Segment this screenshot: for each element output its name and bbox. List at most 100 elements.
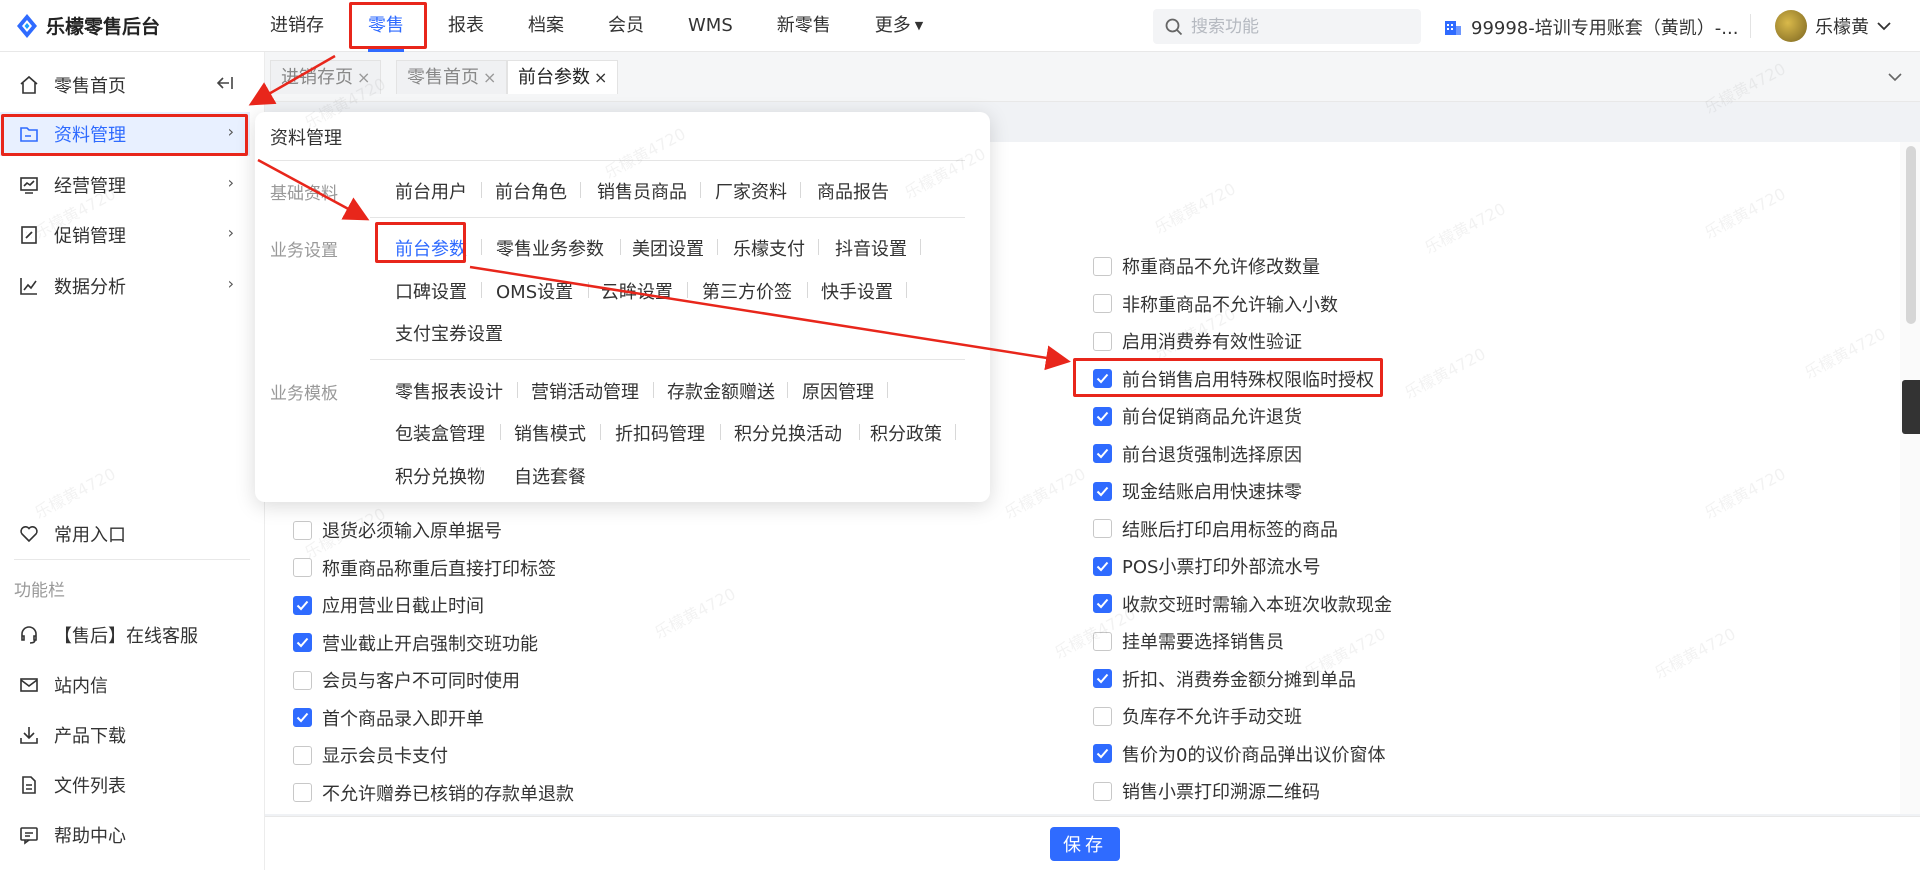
nav-reports[interactable]: 报表 bbox=[426, 0, 506, 52]
setting-option[interactable]: 前台促销商品允许退货 bbox=[1093, 401, 1302, 431]
setting-option[interactable]: 现金结账启用快速抹零 bbox=[1093, 476, 1302, 506]
link-alipay-coupon-settings[interactable]: 支付宝券设置 bbox=[395, 320, 503, 346]
link-reason-management[interactable]: 原因管理 bbox=[802, 378, 874, 404]
collapse-sidebar-icon[interactable] bbox=[216, 75, 234, 96]
link-custom-combo[interactable]: 自选套餐 bbox=[514, 463, 586, 489]
checkbox[interactable] bbox=[1093, 294, 1112, 313]
sidebar-item-help[interactable]: 帮助中心 bbox=[0, 813, 250, 857]
divider bbox=[500, 424, 501, 440]
setting-option[interactable]: 称重商品不允许修改数量 bbox=[1093, 251, 1320, 281]
setting-option[interactable]: 应用营业日截止时间 bbox=[293, 590, 484, 620]
link-meituan-settings[interactable]: 美团设置 bbox=[632, 235, 704, 261]
link-points-policy[interactable]: 积分政策 bbox=[870, 420, 942, 446]
nav-inventory[interactable]: 进销存 bbox=[248, 0, 346, 52]
divider bbox=[1750, 14, 1751, 38]
checkbox[interactable] bbox=[293, 595, 312, 615]
setting-option-label: 首个商品录入即开单 bbox=[322, 708, 484, 730]
close-icon[interactable]: × bbox=[483, 68, 496, 87]
checkbox[interactable] bbox=[1093, 556, 1112, 576]
setting-option[interactable]: 营业截止开启强制交班功能 bbox=[293, 628, 538, 658]
link-oms-settings[interactable]: OMS设置 bbox=[496, 278, 573, 304]
checkbox[interactable] bbox=[293, 633, 312, 652]
setting-option[interactable]: 结账后打印启用标签的商品 bbox=[1093, 514, 1338, 544]
link-koubei-settings[interactable]: 口碑设置 bbox=[395, 278, 467, 304]
link-lemeng-pay[interactable]: 乐檬支付 bbox=[733, 235, 805, 261]
link-frontend-role[interactable]: 前台角色 bbox=[495, 178, 567, 204]
link-douyin-settings[interactable]: 抖音设置 bbox=[835, 235, 907, 261]
link-yunmou-settings[interactable]: 云眸设置 bbox=[601, 278, 673, 304]
setting-option[interactable]: 首个商品录入即开单 bbox=[293, 703, 484, 733]
chevron-down-icon[interactable] bbox=[1888, 66, 1902, 87]
nav-new-retail[interactable]: 新零售 bbox=[755, 0, 853, 52]
nav-archive[interactable]: 档案 bbox=[506, 0, 586, 52]
setting-option[interactable]: 前台退货强制选择原因 bbox=[1093, 439, 1302, 469]
sidebar-item-inbox[interactable]: 站内信 bbox=[0, 663, 250, 707]
checkbox[interactable] bbox=[1093, 519, 1112, 538]
account-switcher[interactable]: 99998-培训专用账套（黄凯）-... bbox=[1443, 14, 1738, 40]
tab-frontend-params[interactable]: 前台参数 × bbox=[507, 60, 619, 94]
setting-option[interactable]: 显示会员卡支付 bbox=[293, 740, 448, 770]
setting-option[interactable]: 不允许赠券已核销的存款单退款 bbox=[293, 778, 574, 808]
link-retail-business-params[interactable]: 零售业务参数 bbox=[496, 235, 604, 261]
divider bbox=[14, 559, 250, 560]
scrollbar-thumb[interactable] bbox=[1906, 146, 1916, 324]
link-kuaishou-settings[interactable]: 快手设置 bbox=[821, 278, 893, 304]
sidebar-item-online-service[interactable]: 【售后】在线客服 bbox=[0, 613, 250, 657]
checkbox[interactable] bbox=[293, 708, 312, 727]
checkbox[interactable] bbox=[1093, 781, 1112, 801]
link-discount-code[interactable]: 折扣码管理 bbox=[615, 420, 705, 446]
checkbox[interactable] bbox=[1093, 444, 1112, 463]
setting-option-label: 现金结账启用快速抹零 bbox=[1122, 482, 1302, 503]
search-box[interactable] bbox=[1153, 9, 1421, 44]
tab-retail-home[interactable]: 零售首页 × bbox=[396, 60, 508, 94]
setting-option[interactable]: 售价为0的议价商品弹出议价窗体 bbox=[1093, 739, 1385, 769]
sidebar-item-file-list[interactable]: 文件列表 bbox=[0, 763, 250, 807]
sidebar-item-retail-home[interactable]: 零售首页 bbox=[0, 63, 250, 107]
setting-option[interactable]: POS小票打印外部流水号 bbox=[1093, 551, 1320, 581]
setting-option[interactable]: 称重商品称重后直接打印标签 bbox=[293, 553, 556, 583]
nav-more[interactable]: 更多 ▼ bbox=[853, 0, 945, 52]
checkbox[interactable] bbox=[293, 783, 312, 802]
setting-option-label: 称重商品称重后直接打印标签 bbox=[322, 558, 556, 580]
link-package-management[interactable]: 包装盒管理 bbox=[395, 420, 485, 446]
search-input[interactable] bbox=[1191, 16, 1411, 37]
close-icon[interactable]: × bbox=[594, 68, 607, 87]
save-button[interactable]: 保存 bbox=[1050, 827, 1120, 861]
divider bbox=[370, 217, 965, 218]
checkbox[interactable] bbox=[1093, 256, 1112, 276]
checkbox[interactable] bbox=[1093, 706, 1112, 726]
side-handle[interactable] bbox=[1902, 380, 1920, 434]
link-deposit-bonus[interactable]: 存款金额赠送 bbox=[667, 378, 775, 404]
nav-wms[interactable]: WMS bbox=[666, 0, 755, 52]
setting-option[interactable]: 负库存不允许手动交班 bbox=[1093, 701, 1302, 731]
sidebar-item-analytics[interactable]: 数据分析 › bbox=[0, 264, 250, 308]
checkbox[interactable] bbox=[1093, 744, 1112, 763]
checkbox[interactable] bbox=[1093, 331, 1112, 351]
link-marketing-activity[interactable]: 营销活动管理 bbox=[531, 378, 639, 404]
checkbox[interactable] bbox=[293, 670, 312, 690]
link-vendor-data[interactable]: 厂家资料 bbox=[715, 178, 787, 204]
link-product-report[interactable]: 商品报告 bbox=[817, 178, 889, 204]
file-icon bbox=[18, 774, 40, 796]
nav-member[interactable]: 会员 bbox=[586, 0, 666, 52]
mail-icon bbox=[18, 674, 40, 696]
link-sales-mode[interactable]: 销售模式 bbox=[514, 420, 586, 446]
sidebar: 零售首页 资料管理 › 经营管理 › 促销管理 › 数据分析 › 常用入口 功能… bbox=[0, 52, 265, 870]
setting-option[interactable]: 会员与客户不可同时使用 bbox=[293, 665, 520, 695]
link-frontend-user[interactable]: 前台用户 bbox=[395, 178, 467, 204]
link-retail-report-design[interactable]: 零售报表设计 bbox=[395, 378, 503, 404]
setting-option[interactable]: 销售小票打印溯源二维码 bbox=[1093, 776, 1320, 806]
link-points-exchange-activity[interactable]: 积分兑换活动 bbox=[734, 420, 842, 446]
scrollbar[interactable] bbox=[1900, 142, 1920, 814]
checkbox[interactable] bbox=[1093, 481, 1112, 501]
link-points-redeem-item[interactable]: 积分兑换物 bbox=[395, 463, 485, 489]
app-logo[interactable]: 乐檬零售后台 bbox=[16, 12, 160, 39]
sidebar-item-download[interactable]: 产品下载 bbox=[0, 713, 250, 757]
checkbox[interactable] bbox=[293, 745, 312, 765]
setting-option[interactable]: 收款交班时需输入本班次收款现金 bbox=[1093, 589, 1392, 619]
user-menu[interactable]: 乐檬黄 bbox=[1775, 10, 1891, 42]
checkbox[interactable] bbox=[1093, 669, 1112, 688]
link-third-party-price-tag[interactable]: 第三方价签 bbox=[702, 278, 792, 304]
checkbox[interactable] bbox=[1093, 406, 1112, 426]
sidebar-item-operations[interactable]: 经营管理 › bbox=[0, 163, 250, 207]
